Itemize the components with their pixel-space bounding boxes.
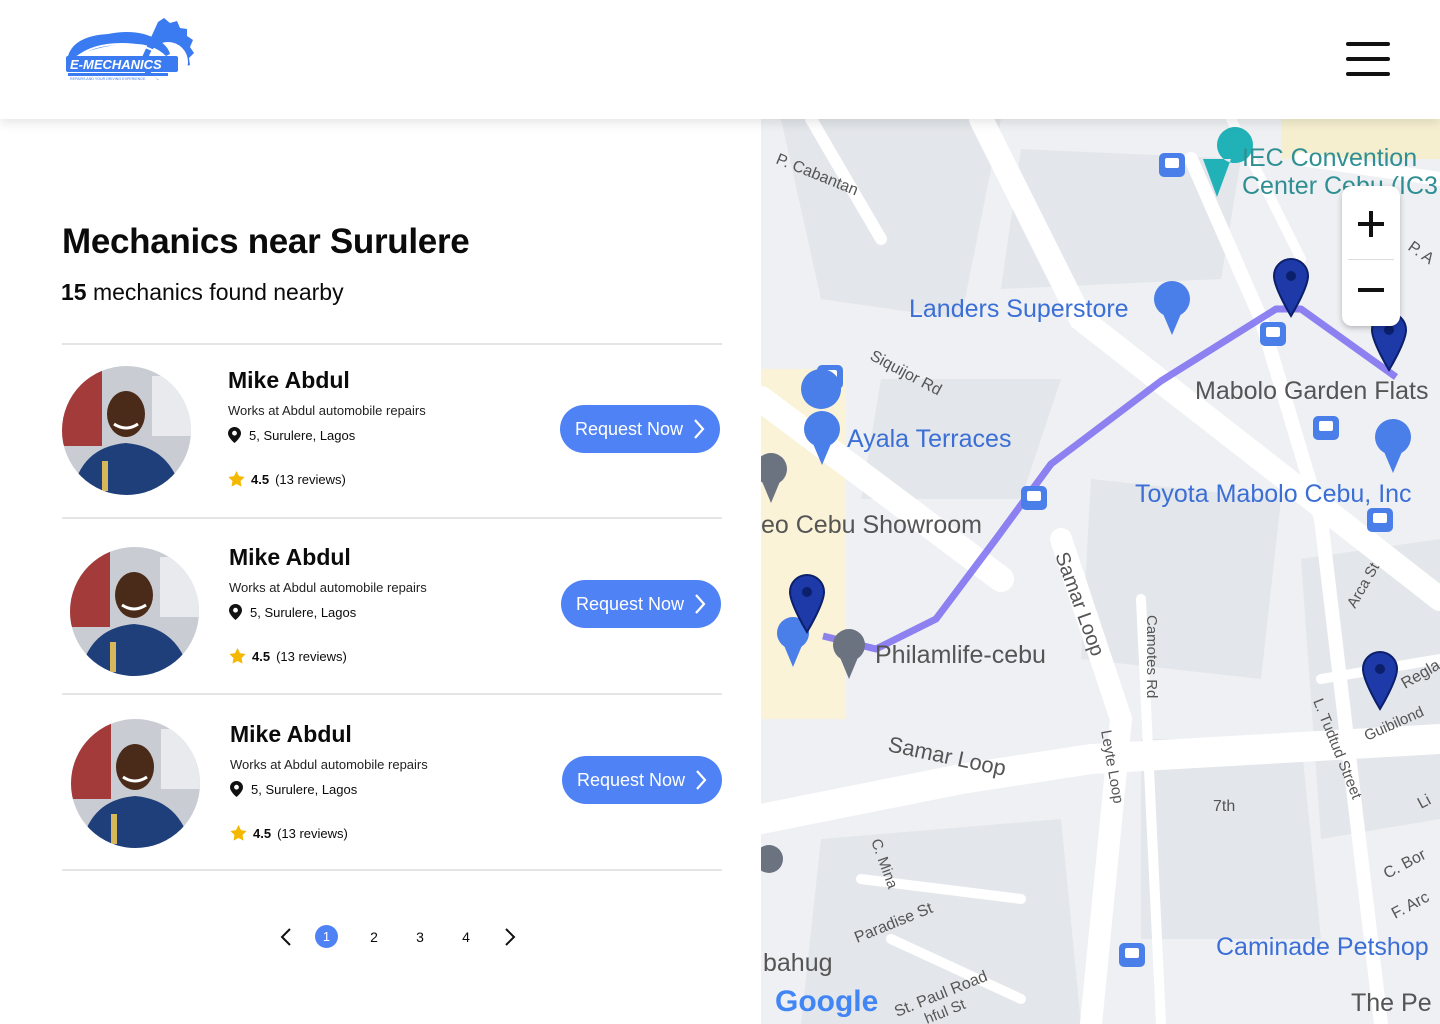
chevron-right-icon xyxy=(695,594,706,614)
mechanic-workplace: Works at Abdul automobile repairs xyxy=(229,580,427,595)
rating-value: 4.5 xyxy=(251,471,270,487)
review-count: (13 reviews) xyxy=(275,471,346,487)
map-label: Center Cebu (IC3 xyxy=(1242,172,1438,200)
rating-value: 4.5 xyxy=(253,825,272,841)
page-2-button[interactable]: 2 xyxy=(366,925,382,949)
google-logo: Google xyxy=(775,985,878,1018)
map-label: 7th xyxy=(1213,798,1235,815)
chevron-right-icon xyxy=(505,928,516,946)
location-text: 5, Surulere, Lagos xyxy=(249,427,356,443)
map-label: The Pe xyxy=(1351,989,1432,1017)
request-now-button[interactable]: Request Now xyxy=(562,756,722,804)
map-label: Mabolo Garden Flats xyxy=(1195,377,1428,405)
results-count: 15 mechanics found nearby xyxy=(61,279,344,306)
mechanic-card[interactable]: Mike Abdul Works at Abdul automobile rep… xyxy=(62,517,722,693)
location-pin-icon xyxy=(230,781,243,797)
mechanic-info: Mike Abdul Works at Abdul automobile rep… xyxy=(230,721,428,841)
zoom-out-button[interactable] xyxy=(1342,256,1400,326)
location-text: 5, Surulere, Lagos xyxy=(251,781,358,797)
e-mechanics-logo[interactable]: E-MECHANICS REPAIRS AND YOUR DRIVING EXP… xyxy=(62,16,198,102)
map-label: Camotes Rd xyxy=(1143,615,1160,698)
logo-text: E-MECHANICS xyxy=(70,57,162,72)
mechanics-list-panel: Mechanics near Surulere 15 mechanics fou… xyxy=(0,119,761,1024)
request-now-label: Request Now xyxy=(576,769,686,790)
plus-icon xyxy=(1358,211,1384,237)
page-title: Mechanics near Surulere xyxy=(62,222,470,261)
star-icon xyxy=(229,648,246,664)
map-zoom-control xyxy=(1342,186,1400,326)
chevron-right-icon xyxy=(696,770,707,790)
mechanic-avatar xyxy=(62,366,191,495)
mechanic-location: 5, Surulere, Lagos xyxy=(229,604,427,620)
mechanic-name: Mike Abdul xyxy=(230,721,352,747)
rating-value: 4.5 xyxy=(252,648,271,664)
mechanic-card[interactable]: Mike Abdul Works at Abdul automobile rep… xyxy=(62,343,722,519)
mechanic-card[interactable]: Mike Abdul Works at Abdul automobile rep… xyxy=(62,693,722,871)
mechanic-info: Mike Abdul Works at Abdul automobile rep… xyxy=(229,544,427,664)
map-label: Landers Superstore xyxy=(909,295,1129,323)
zoom-in-button[interactable] xyxy=(1342,189,1400,259)
map-canvas[interactable]: IEC Convention Center Cebu (IC3 P. Caban… xyxy=(761,119,1440,1024)
mechanic-location: 5, Surulere, Lagos xyxy=(230,781,428,797)
map-label: IEC Convention xyxy=(1242,144,1417,172)
map-label: Philamlife-cebu xyxy=(875,641,1046,669)
top-header: E-MECHANICS REPAIRS AND YOUR DRIVING EXP… xyxy=(0,0,1440,119)
request-now-button[interactable]: Request Now xyxy=(561,580,721,628)
prev-page-button[interactable] xyxy=(276,925,296,949)
page-3-button[interactable]: 3 xyxy=(412,925,428,949)
mechanic-info: Mike Abdul Works at Abdul automobile rep… xyxy=(228,367,426,487)
star-icon xyxy=(228,471,245,487)
location-pin-icon xyxy=(228,427,241,443)
mechanic-name: Mike Abdul xyxy=(229,544,351,570)
mechanic-avatar xyxy=(71,719,200,848)
mechanic-name: Mike Abdul xyxy=(228,367,350,393)
map-label: bahug xyxy=(763,949,833,977)
page-1-button[interactable]: 1 xyxy=(315,925,338,948)
map-label: eo Cebu Showroom xyxy=(761,511,982,539)
request-now-button[interactable]: Request Now xyxy=(560,405,720,453)
next-page-button[interactable] xyxy=(500,925,520,949)
pagination: 1 2 3 4 xyxy=(276,925,526,949)
results-count-number: 15 xyxy=(61,279,87,305)
chevron-left-icon xyxy=(280,928,291,946)
mechanic-avatar xyxy=(70,547,199,676)
mechanic-location: 5, Surulere, Lagos xyxy=(228,427,426,443)
page-4-button[interactable]: 4 xyxy=(458,925,474,949)
star-icon xyxy=(230,825,247,841)
map-view[interactable]: IEC Convention Center Cebu (IC3 P. Caban… xyxy=(761,119,1440,1024)
review-count: (13 reviews) xyxy=(276,648,347,664)
hamburger-menu-icon[interactable] xyxy=(1346,42,1390,78)
map-label: Ayala Terraces xyxy=(847,425,1011,453)
request-now-label: Request Now xyxy=(574,418,684,439)
mechanic-rating: 4.5 (13 reviews) xyxy=(229,648,427,664)
results-count-label: mechanics found nearby xyxy=(86,279,344,305)
location-text: 5, Surulere, Lagos xyxy=(250,604,357,620)
request-now-label: Request Now xyxy=(575,593,685,614)
mechanic-workplace: Works at Abdul automobile repairs xyxy=(228,403,426,418)
map-label: Caminade Petshop xyxy=(1216,933,1429,961)
mechanic-rating: 4.5 (13 reviews) xyxy=(230,825,428,841)
chevron-right-icon xyxy=(694,419,705,439)
minus-icon xyxy=(1358,288,1384,292)
review-count: (13 reviews) xyxy=(277,825,348,841)
map-label: Toyota Mabolo Cebu, Inc xyxy=(1135,480,1412,508)
mechanic-workplace: Works at Abdul automobile repairs xyxy=(230,757,428,772)
logo-tagline: REPAIRS AND YOUR DRIVING EXPERIENCE xyxy=(70,77,146,81)
mechanic-rating: 4.5 (13 reviews) xyxy=(228,471,426,487)
location-pin-icon xyxy=(229,604,242,620)
